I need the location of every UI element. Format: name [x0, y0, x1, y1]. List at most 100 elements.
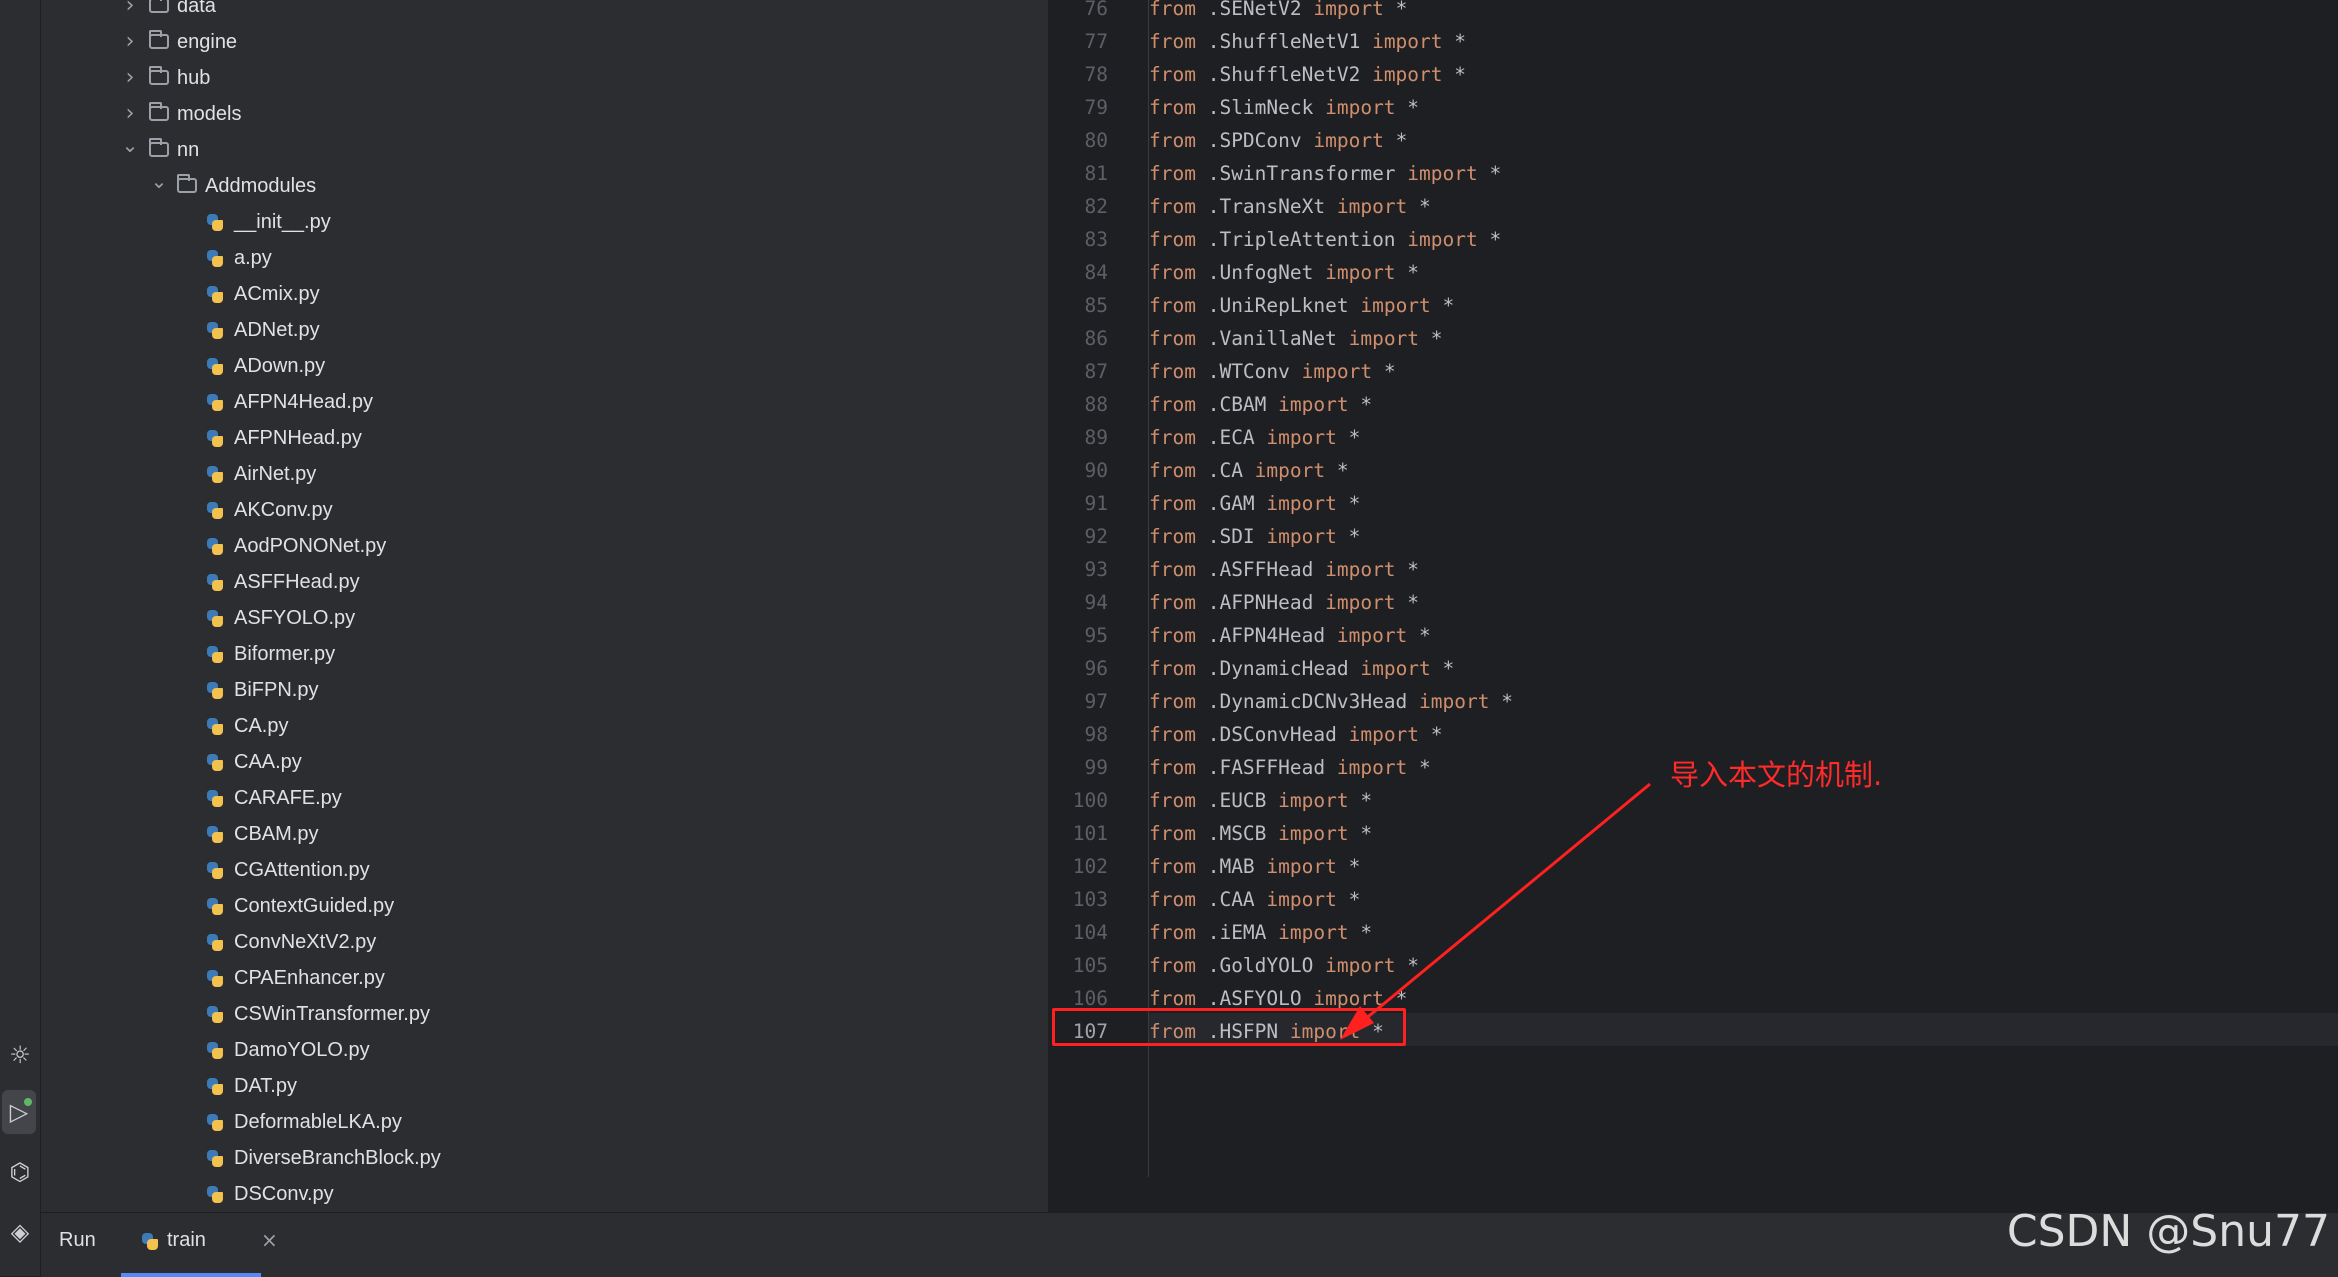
tree-file[interactable]: CA.py: [41, 708, 1031, 744]
python-console-icon[interactable]: ⌬: [0, 1150, 40, 1194]
tree-file[interactable]: BiFPN.py: [41, 672, 1031, 708]
tree-folder[interactable]: › engine: [41, 24, 1031, 60]
tree-folder[interactable]: ⌄ nn: [41, 132, 1031, 168]
close-icon[interactable]: ×: [261, 1228, 278, 1252]
tree-file[interactable]: ConvNeXtV2.py: [41, 924, 1031, 960]
code-line[interactable]: 103 from .CAA import *: [1050, 883, 2338, 916]
tree-file[interactable]: CAA.py: [41, 744, 1031, 780]
tree-file[interactable]: AirNet.py: [41, 456, 1031, 492]
code-line[interactable]: 85 from .UniRepLknet import *: [1050, 289, 2338, 322]
code-text: from .ECA import *: [1149, 421, 1360, 454]
tree-file[interactable]: CSWinTransformer.py: [41, 996, 1031, 1032]
python-file-icon: [206, 1186, 224, 1204]
tree-file[interactable]: AodPONONet.py: [41, 528, 1031, 564]
layers-icon[interactable]: ◈: [0, 1210, 40, 1254]
tree-file[interactable]: CBAM.py: [41, 816, 1031, 852]
tree-file[interactable]: a.py: [41, 240, 1031, 276]
code-line[interactable]: 102 from .MAB import *: [1050, 850, 2338, 883]
module-name: .TripleAttention: [1195, 228, 1408, 251]
tree-folder[interactable]: ⌄ Addmodules: [41, 168, 1031, 204]
tree-file[interactable]: DeformableLKA.py: [41, 1104, 1031, 1140]
tree-file[interactable]: DamoYOLO.py: [41, 1032, 1031, 1068]
python-file-icon: [206, 574, 224, 592]
python-file-icon: [206, 646, 224, 664]
line-number: 91: [1084, 492, 1108, 515]
run-label[interactable]: Run: [59, 1229, 96, 1252]
code-line[interactable]: 83 from .TripleAttention import *: [1050, 223, 2338, 256]
code-line[interactable]: 84 from .UnfogNet import *: [1050, 256, 2338, 289]
keyword-import: import: [1325, 954, 1396, 977]
line-number: 76: [1084, 0, 1108, 20]
tree-folder[interactable]: › models: [41, 96, 1031, 132]
keyword-import: import: [1348, 327, 1420, 350]
code-line[interactable]: 101 from .MSCB import *: [1050, 817, 2338, 850]
tree-file[interactable]: ContextGuided.py: [41, 888, 1031, 924]
code-line[interactable]: 86 from .VanillaNet import *: [1050, 322, 2338, 355]
code-line[interactable]: 97 from .DynamicDCNv3Head import *: [1050, 685, 2338, 718]
code-line[interactable]: 87 from .WTConv import *: [1050, 355, 2338, 388]
tree-file[interactable]: Biformer.py: [41, 636, 1031, 672]
code-line[interactable]: 76 from .SENetV2 import *: [1050, 0, 2338, 25]
code-line[interactable]: 77 from .ShuffleNetV1 import *: [1050, 25, 2338, 58]
tree-file[interactable]: DAT.py: [41, 1068, 1031, 1104]
code-line[interactable]: 104 from .iEMA import *: [1050, 916, 2338, 949]
tree-file[interactable]: CGAttention.py: [41, 852, 1031, 888]
tree-file[interactable]: ACmix.py: [41, 276, 1031, 312]
code-line[interactable]: 78 from .ShuffleNetV2 import *: [1050, 58, 2338, 91]
code-line[interactable]: 92 from .SDI import *: [1050, 520, 2338, 553]
chevron-down-icon[interactable]: ⌄: [121, 132, 139, 168]
keyword-from: from: [1149, 327, 1196, 350]
module-name: .ASFFHead: [1195, 558, 1326, 581]
tree-file[interactable]: AKConv.py: [41, 492, 1031, 528]
chevron-right-icon[interactable]: ›: [121, 60, 139, 96]
tree-file[interactable]: ASFFHead.py: [41, 564, 1031, 600]
code-line[interactable]: 93 from .ASFFHead import *: [1050, 553, 2338, 586]
wildcard: *: [1348, 822, 1373, 845]
tree-file[interactable]: ASFYOLO.py: [41, 600, 1031, 636]
tree-folder[interactable]: › data: [41, 0, 1031, 24]
tree-file[interactable]: CARAFE.py: [41, 780, 1031, 816]
run-icon[interactable]: ▷: [2, 1090, 36, 1134]
code-line[interactable]: 82 from .TransNeXt import *: [1050, 190, 2338, 223]
chevron-right-icon[interactable]: ›: [121, 96, 139, 132]
chevron-right-icon[interactable]: ›: [121, 24, 139, 60]
code-line[interactable]: 91 from .GAM import *: [1050, 487, 2338, 520]
keyword-import: import: [1407, 162, 1478, 185]
code-line[interactable]: 98 from .DSConvHead import *: [1050, 718, 2338, 751]
tree-file[interactable]: CPAEnhancer.py: [41, 960, 1031, 996]
folder-icon: [149, 30, 169, 49]
tree-file[interactable]: AFPN4Head.py: [41, 384, 1031, 420]
code-line[interactable]: 81 from .SwinTransformer import *: [1050, 157, 2338, 190]
running-indicator: [24, 1098, 32, 1106]
run-tool-bar: Run train ×: [41, 1212, 2338, 1277]
tree-item-label: Addmodules: [205, 175, 317, 197]
python-file-icon: [206, 322, 224, 340]
tree-file[interactable]: AFPNHead.py: [41, 420, 1031, 456]
code-line[interactable]: 88 from .CBAM import *: [1050, 388, 2338, 421]
code-line[interactable]: 79 from .SlimNeck import *: [1050, 91, 2338, 124]
code-line[interactable]: 96 from .DynamicHead import *: [1050, 652, 2338, 685]
code-line[interactable]: 89 from .ECA import *: [1050, 421, 2338, 454]
code-line[interactable]: 90 from .CA import *: [1050, 454, 2338, 487]
python-file-icon: [206, 934, 224, 952]
tree-file[interactable]: ADown.py: [41, 348, 1031, 384]
tree-file[interactable]: ADNet.py: [41, 312, 1031, 348]
run-tab-train[interactable]: train ×: [121, 1213, 297, 1277]
active-tab-underline: [121, 1273, 261, 1277]
code-line[interactable]: 80 from .SPDConv import *: [1050, 124, 2338, 157]
code-line[interactable]: 105 from .GoldYOLO import *: [1050, 949, 2338, 982]
tree-file[interactable]: DiverseBranchBlock.py: [41, 1140, 1031, 1176]
code-editor[interactable]: 76 from .SENetV2 import * 77 from .ShuffleN…: [1050, 0, 2338, 1177]
debug-icon[interactable]: ☼: [0, 1033, 40, 1077]
line-number: 90: [1084, 459, 1108, 482]
tree-file[interactable]: DSConv.py: [41, 1176, 1031, 1212]
code-line[interactable]: 95 from .AFPN4Head import *: [1050, 619, 2338, 652]
code-line[interactable]: 94 from .AFPNHead import *: [1050, 586, 2338, 619]
keyword-import: import: [1336, 756, 1408, 779]
tree-file[interactable]: __init__.py: [41, 204, 1031, 240]
keyword-import: import: [1336, 195, 1408, 218]
chevron-down-icon[interactable]: ⌄: [150, 168, 168, 204]
keyword-import: import: [1372, 30, 1443, 53]
tree-folder[interactable]: › hub: [41, 60, 1031, 96]
chevron-right-icon[interactable]: ›: [121, 0, 139, 24]
